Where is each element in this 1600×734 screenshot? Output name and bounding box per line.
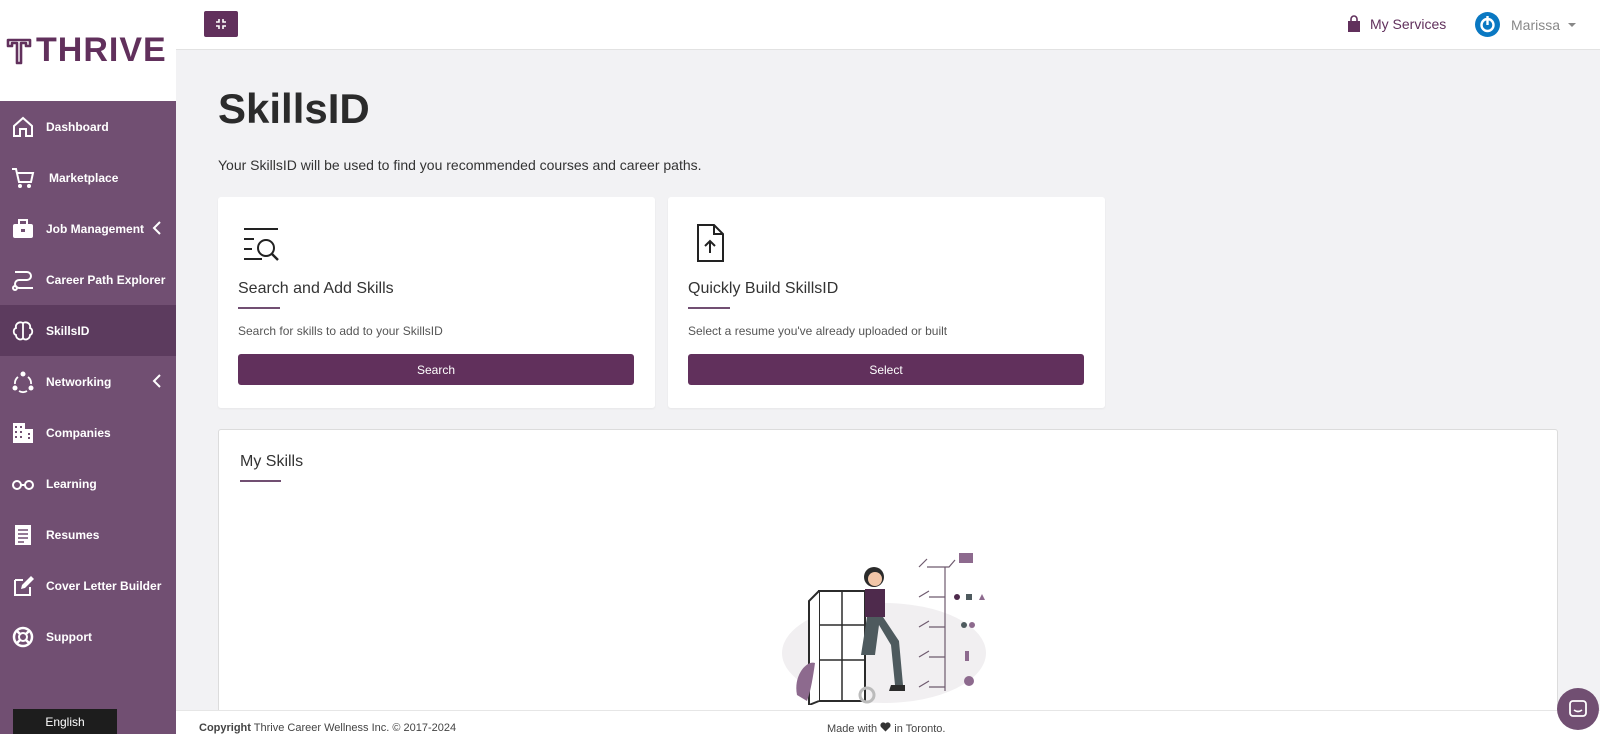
my-skills-panel: My Skills <box>218 429 1558 729</box>
path-icon <box>10 267 36 293</box>
sidebar-item-label: Marketplace <box>49 170 119 185</box>
sidebar-item-networking[interactable]: Networking <box>0 356 176 407</box>
sidebar-item-label: Networking <box>46 374 112 389</box>
search-skills-card: Search and Add Skills Search for skills … <box>218 197 655 408</box>
avatar <box>1475 12 1500 37</box>
my-services-link[interactable]: My Services <box>1346 15 1446 33</box>
puzzle-illustration <box>782 553 986 705</box>
sidebar-item-support[interactable]: Support <box>0 611 176 662</box>
sidebar-item-label: Support <box>46 629 92 644</box>
user-menu[interactable]: Marissa <box>1474 11 1577 38</box>
build-skillsid-card: Quickly Build SkillsID Select a resume y… <box>668 197 1105 408</box>
caret-down-icon <box>1568 22 1577 27</box>
logo[interactable]: THRIVE <box>0 0 176 101</box>
document-icon <box>10 522 36 548</box>
compress-icon <box>216 19 226 29</box>
network-icon <box>10 369 36 395</box>
footer: Copyright Thrive Career Wellness Inc. © … <box>176 710 1600 734</box>
page-subtitle: Your SkillsID will be used to find you r… <box>218 157 702 173</box>
sidebar-item-label: Dashboard <box>46 119 109 134</box>
made-with-love: Made with in Toronto. <box>827 722 945 734</box>
search-list-icon <box>244 228 279 261</box>
sidebar-item-skillsid[interactable]: SkillsID <box>0 305 176 356</box>
sidebar-item-label: Resumes <box>46 527 100 542</box>
cart-icon <box>10 165 36 191</box>
divider <box>238 307 280 309</box>
copyright-text: Thrive Career Wellness Inc. © 2017-2024 <box>250 722 457 734</box>
divider <box>688 307 730 309</box>
my-services-label: My Services <box>1370 16 1447 32</box>
briefcase-icon <box>10 216 36 242</box>
chat-launcher-button[interactable] <box>1557 688 1599 730</box>
main-content: SkillsID Your SkillsID will be used to f… <box>176 50 1600 729</box>
card-title: Quickly Build SkillsID <box>688 280 839 297</box>
building-icon <box>10 420 36 446</box>
sidebar-item-label: Learning <box>46 476 97 491</box>
collapse-sidebar-button[interactable] <box>204 11 238 37</box>
card-title: Search and Add Skills <box>238 280 394 297</box>
sidebar-item-label: SkillsID <box>46 323 90 338</box>
sidebar-item-job-management[interactable]: Job Management <box>0 203 176 254</box>
file-upload-icon <box>697 224 724 262</box>
made-suffix: in Toronto. <box>891 723 946 734</box>
sidebar-item-label: Career Path Explorer <box>46 272 166 287</box>
sidebar-item-career-path-explorer[interactable]: Career Path Explorer <box>0 254 176 305</box>
home-icon <box>10 114 36 140</box>
glasses-icon <box>10 471 36 497</box>
chevron-left-icon <box>152 221 161 235</box>
copyright-label: Copyright <box>199 722 251 734</box>
heart-icon <box>880 722 891 732</box>
chevron-left-icon <box>152 374 161 388</box>
sidebar-item-learning[interactable]: Learning <box>0 458 176 509</box>
page-title: SkillsID <box>218 85 370 132</box>
sidebar-item-dashboard[interactable]: Dashboard <box>0 101 176 152</box>
topbar: My Services Marissa <box>176 0 1600 50</box>
lifebuoy-icon <box>10 624 36 650</box>
edit-icon <box>10 573 36 599</box>
brain-icon <box>10 318 36 344</box>
user-name: Marissa <box>1511 16 1561 33</box>
divider <box>240 480 281 482</box>
sidebar-item-label: Job Management <box>46 221 145 236</box>
made-prefix: Made with <box>827 723 881 734</box>
sidebar-item-companies[interactable]: Companies <box>0 407 176 458</box>
my-skills-title: My Skills <box>240 453 304 470</box>
sidebar-item-label: Cover Letter Builder <box>46 578 162 593</box>
sidebar-item-cover-letter-builder[interactable]: Cover Letter Builder <box>0 560 176 611</box>
chat-icon <box>1569 700 1587 717</box>
card-description: Search for skills to add to your SkillsI… <box>238 324 443 338</box>
sidebar: THRIVE Dashboard Marketplace Job Managem… <box>0 0 176 734</box>
sidebar-item-marketplace[interactable]: Marketplace <box>0 152 176 203</box>
search-button[interactable]: Search <box>238 354 634 385</box>
card-description: Select a resume you've already uploaded … <box>688 324 948 338</box>
shopping-bag-icon <box>1348 15 1360 32</box>
select-button[interactable]: Select <box>688 354 1084 385</box>
language-selector[interactable]: English <box>13 709 117 734</box>
sidebar-nav: Dashboard Marketplace Job Management Car… <box>0 101 176 662</box>
copyright: Copyright Thrive Career Wellness Inc. © … <box>199 722 456 734</box>
thrive-logo-icon <box>6 38 32 64</box>
sidebar-item-resumes[interactable]: Resumes <box>0 509 176 560</box>
sidebar-item-label: Companies <box>46 425 111 440</box>
logo-text: THRIVE <box>36 31 167 69</box>
